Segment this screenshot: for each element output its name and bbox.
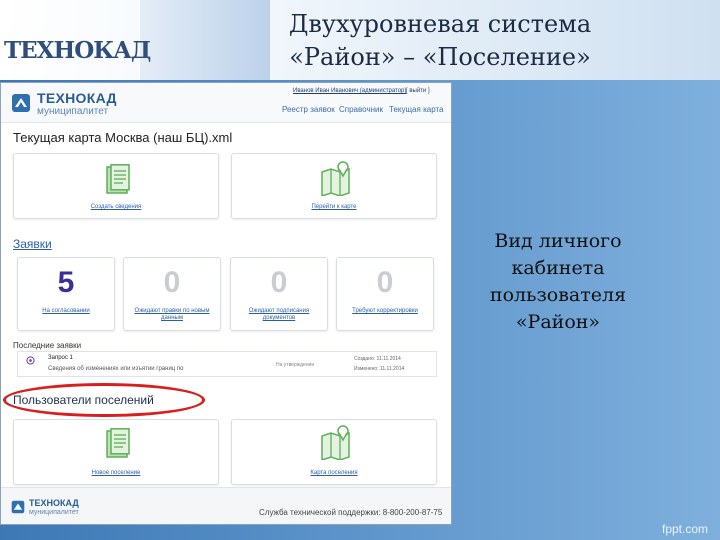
app-header: ТЕХНОКАД муниципалитет Иванов Иван Ивано… (1, 83, 451, 123)
slide-caption: Вид личного кабинета пользователя «Район… (472, 228, 644, 336)
open-map-link[interactable]: Перейти к карте (232, 204, 436, 210)
requests-heading-link[interactable]: Заявки (13, 237, 52, 251)
request-status-icon (26, 356, 35, 365)
stat-label-link[interactable]: Ожидают подписания документов (233, 308, 325, 322)
request-created-date: Создано: 11.11.2014 (354, 356, 401, 362)
slide-title: Двухуровневая система «Район» – «Поселен… (250, 8, 630, 74)
table-row[interactable]: Запрос 1 Сведения об изменениях или изъя… (17, 351, 437, 377)
nav-requests-registry[interactable]: Реестр заявок (282, 105, 335, 114)
document-icon (106, 428, 130, 458)
new-settlement-link[interactable]: Новое поселение (14, 470, 218, 476)
technokad-logo-icon (11, 500, 25, 514)
app-logo-subtitle: муниципалитет (37, 106, 109, 117)
support-phone: Служба технической поддержки: 8-800-200-… (259, 508, 443, 517)
footer-logo-name: ТЕХНОКАД (29, 498, 79, 508)
current-map-title: Текущая карта Москва (наш БЦ).xml (13, 130, 233, 145)
slide-title-line-2: «Район» – «Поселение» (289, 43, 591, 71)
slide-banner: ТЕХНОКАД Двухуровневая система «Район» –… (0, 0, 720, 80)
footer-logo-subtitle: муниципалитет (29, 509, 79, 516)
caption-line: Вид личного (494, 230, 622, 252)
document-icon (106, 164, 130, 194)
recent-requests-label: Последние заявки (13, 341, 82, 350)
caption-line: кабинета (511, 257, 605, 279)
stat-card-needs-correction[interactable]: 0 Требуют корректировки (336, 257, 434, 331)
stat-card-pending[interactable]: 5 На согласовании (17, 257, 115, 331)
request-description: Сведения об изменениях или изъятии грани… (48, 366, 184, 372)
open-map-card[interactable]: Перейти к карте (231, 153, 437, 219)
settlement-map-card[interactable]: Карта поселения (231, 419, 437, 485)
request-title[interactable]: Запрос 1 (48, 355, 73, 361)
brand-logo-text: ТЕХНОКАД (4, 36, 151, 64)
caption-line: «Район» (515, 311, 601, 333)
app-logo-name: ТЕХНОКАД (37, 90, 117, 106)
request-status: На утверждении (276, 362, 315, 368)
stat-label-link[interactable]: Требуют корректировки (339, 308, 431, 315)
request-modified-date: Изменено: 11.11.2014 (354, 366, 405, 372)
watermark: fppt.com (662, 522, 709, 536)
new-settlement-card[interactable]: Новое поселение (13, 419, 219, 485)
stat-value: 0 (270, 266, 288, 299)
stat-label-link[interactable]: Ожидают правки по новым данным (126, 308, 218, 322)
logout-link[interactable]: [ выйти ] (406, 88, 430, 94)
stat-value: 0 (376, 266, 394, 299)
nav-current-map[interactable]: Текущая карта (389, 105, 443, 114)
app-screenshot: ТЕХНОКАД муниципалитет Иванов Иван Ивано… (0, 82, 452, 525)
create-data-card[interactable]: Создать сведения (13, 153, 219, 219)
stat-value: 0 (163, 266, 181, 299)
stat-card-awaiting-signature[interactable]: 0 Ожидают подписания документов (230, 257, 328, 331)
app-footer: ТЕХНОКАД муниципалитет Служба техническо… (1, 487, 451, 524)
current-user-link[interactable]: Иванов Иван Иванович (администратор) (293, 88, 406, 94)
stat-card-awaiting-edits[interactable]: 0 Ожидают правки по новым данным (123, 257, 221, 331)
stat-value: 5 (57, 266, 75, 299)
nav-directory[interactable]: Справочник (339, 105, 383, 114)
highlight-ellipse (3, 383, 205, 417)
caption-line: пользователя (489, 284, 627, 306)
brand-logo: ТЕХНОКАД (4, 30, 154, 70)
map-icon (321, 425, 350, 460)
create-data-link[interactable]: Создать сведения (14, 204, 218, 210)
stat-label-link[interactable]: На согласовании (20, 308, 112, 315)
settlement-map-link[interactable]: Карта поселения (232, 470, 436, 476)
technokad-logo-icon (12, 94, 30, 112)
slide-title-line-1: Двухуровневая система (288, 10, 592, 38)
map-icon (321, 161, 350, 196)
